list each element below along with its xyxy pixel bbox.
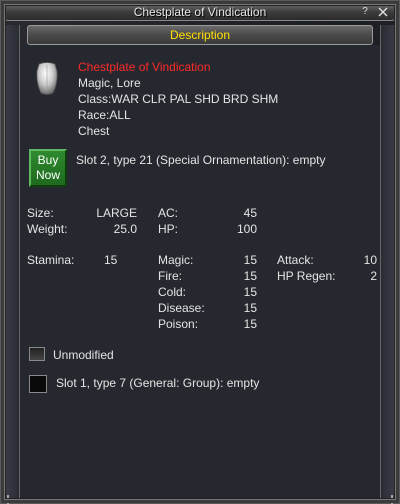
hp-label: HP: <box>158 222 179 236</box>
right-border <box>380 25 395 499</box>
disease-value: 15 <box>243 301 257 315</box>
cold-label: Cold: <box>158 285 187 299</box>
close-icon <box>378 7 388 17</box>
general-slot-box[interactable] <box>29 375 47 393</box>
magic-label: Magic: <box>158 253 194 267</box>
item-slot: Chest <box>78 124 110 138</box>
poison-value: 15 <box>243 317 257 331</box>
fire-value: 15 <box>243 269 257 283</box>
ac-value: 45 <box>243 206 257 220</box>
cold-value: 15 <box>243 285 257 299</box>
item-name: Chestplate of Vindication <box>78 60 211 74</box>
item-display-window: Chestplate of Vindication ? Description … <box>0 0 400 504</box>
ornament-slot-text: Slot 2, type 21 (Special Ornamentation):… <box>76 153 326 167</box>
disease-label: Disease: <box>158 301 205 315</box>
close-button[interactable] <box>376 5 390 19</box>
weight-label: Weight: <box>27 222 68 236</box>
general-slot-text: Slot 1, type 7 (General: Group): empty <box>56 376 260 390</box>
weight-value: 25.0 <box>113 222 137 236</box>
hp-value: 100 <box>236 222 257 236</box>
modifier-label: Unmodified <box>53 348 114 362</box>
corner-ornament-bottom-left <box>7 495 19 504</box>
ac-label: AC: <box>158 206 179 220</box>
poison-label: Poison: <box>158 317 199 331</box>
chestplate-icon <box>36 62 58 95</box>
size-label: Size: <box>27 206 54 220</box>
help-button[interactable]: ? <box>358 5 372 19</box>
hpregen-label: HP Regen: <box>277 269 336 283</box>
buy-now-line1: Buy <box>37 153 59 167</box>
magic-value: 15 <box>243 253 257 267</box>
title-bar[interactable]: Chestplate of Vindication ? <box>5 3 395 21</box>
left-border <box>5 25 20 499</box>
buy-now-button[interactable]: Buy Now <box>29 149 67 187</box>
buy-now-line2: Now <box>35 168 60 182</box>
item-flags: Magic, Lore <box>78 76 141 90</box>
item-classes: Class:WAR CLR PAL SHD BRD SHM <box>78 92 279 106</box>
corner-ornament-bottom-right <box>381 495 393 504</box>
hpregen-value: 2 <box>370 269 377 283</box>
attack-value: 10 <box>363 253 377 267</box>
tab-description[interactable]: Description <box>27 25 373 45</box>
window-title: Chestplate of Vindication <box>133 5 267 19</box>
attack-label: Attack: <box>277 253 314 267</box>
modifier-checkbox[interactable] <box>29 347 45 361</box>
item-races: Race:ALL <box>78 108 131 122</box>
stamina-value: 15 <box>104 253 118 267</box>
fire-label: Fire: <box>158 269 182 283</box>
stamina-label: Stamina: <box>27 253 75 267</box>
size-value: LARGE <box>96 206 137 220</box>
